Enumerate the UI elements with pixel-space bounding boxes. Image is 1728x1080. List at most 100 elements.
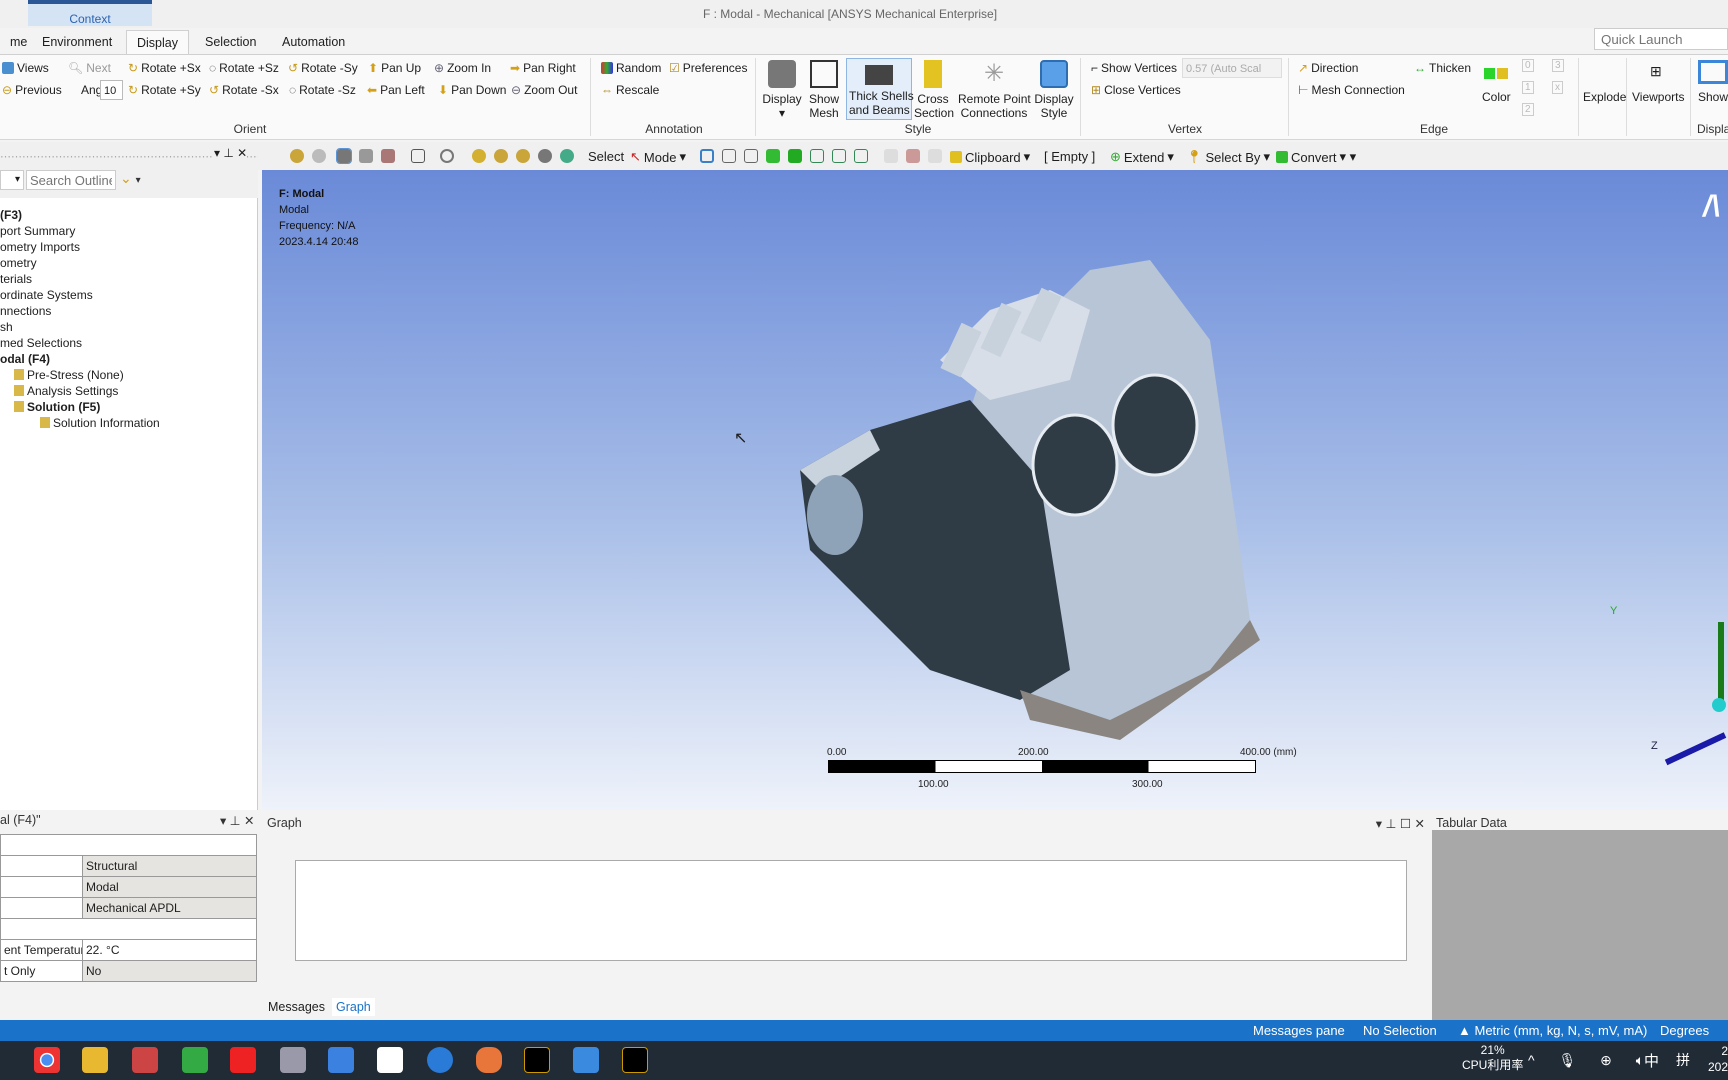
tree-item[interactable]: (F3) xyxy=(0,207,258,223)
close-vertices-toggle[interactable]: ⊞ Close Vertices xyxy=(1091,83,1181,97)
edge-dropdown-x[interactable]: x xyxy=(1552,81,1563,94)
details-row[interactable] xyxy=(1,919,256,940)
tree-item[interactable]: ordinate Systems xyxy=(0,287,258,303)
pan-right-button[interactable]: ➡ Pan Right xyxy=(510,61,576,75)
rotate-minus-sy-button[interactable]: ↺ Rotate -Sy xyxy=(288,61,358,75)
explode-button[interactable]: Explode xyxy=(1583,90,1626,104)
zoom-out-button[interactable]: ⊖ Zoom Out xyxy=(511,83,577,97)
graph-pane-controls[interactable]: ▾ ⊥ ☐ ✕ xyxy=(1376,816,1425,831)
search-outline-input[interactable] xyxy=(26,170,116,190)
viewports-button[interactable]: Viewports xyxy=(1632,90,1684,104)
select-button[interactable]: Select xyxy=(588,149,624,164)
next-button[interactable]: 🔍︎ Next xyxy=(68,61,111,75)
messages-pane-status[interactable]: Messages pane xyxy=(1253,1023,1345,1038)
mode-dropdown[interactable]: ↖ Mode ▾ xyxy=(630,149,686,165)
rotate-minus-sx-button[interactable]: ↺ Rotate -Sx xyxy=(209,83,279,97)
outline-pane-controls[interactable]: ▾ ⊥ ✕ xyxy=(212,146,248,160)
tree-item[interactable]: ometry Imports xyxy=(0,239,258,255)
details-row[interactable] xyxy=(1,835,256,856)
chrome-icon[interactable] xyxy=(34,1047,60,1073)
thicken-toggle[interactable]: ↔ Thicken xyxy=(1414,61,1471,75)
edge-dropdown-3[interactable]: 3 xyxy=(1552,59,1564,72)
pan-icon[interactable] xyxy=(472,149,486,163)
tree-item[interactable]: terials xyxy=(0,271,258,287)
tree-item[interactable]: odal (F4) xyxy=(0,351,258,367)
tab-messages[interactable]: Messages xyxy=(268,1000,325,1014)
previous-button[interactable]: ⊖ Previous xyxy=(2,83,62,97)
clock[interactable]: 2 202 xyxy=(1708,1043,1728,1075)
select-vertex-icon[interactable] xyxy=(700,149,714,163)
random-button[interactable]: Random xyxy=(601,61,661,75)
mesh-connection-toggle[interactable]: ⊢ Mesh Connection xyxy=(1298,83,1405,97)
quick-launch-input[interactable] xyxy=(1594,28,1728,50)
previous-view-icon[interactable] xyxy=(560,149,574,163)
tab-automation[interactable]: Automation xyxy=(272,30,355,54)
youdao-icon[interactable] xyxy=(230,1047,256,1073)
tree-item[interactable]: Pre-Stress (None) xyxy=(0,367,258,383)
details-row[interactable]: t Only No xyxy=(1,961,256,982)
remote-point-connections-button[interactable]: ✳ Remote Point Connections xyxy=(956,58,1032,122)
edge-dropdown-1[interactable]: 1 xyxy=(1522,81,1534,94)
zoom-box-icon[interactable] xyxy=(312,149,326,163)
pan-down-button[interactable]: ⬇ Pan Down xyxy=(438,83,506,97)
app-icon[interactable] xyxy=(182,1047,208,1073)
context-tab[interactable]: Context xyxy=(28,0,152,26)
app-icon[interactable] xyxy=(280,1047,306,1073)
tree-item[interactable]: nnections xyxy=(0,303,258,319)
rotate-plus-sz-button[interactable]: ◌ Rotate +Sz xyxy=(209,61,279,75)
zoom-in-button[interactable]: ⊕ Zoom In xyxy=(434,61,491,75)
app-icon[interactable] xyxy=(427,1047,453,1073)
details-row[interactable]: ent Temperature 22. °C xyxy=(1,940,256,961)
edge-dropdown-0[interactable]: 0 xyxy=(1522,59,1534,72)
convert-dropdown[interactable]: Convert ▾ ▾ xyxy=(1276,149,1356,165)
angle-input[interactable]: 10 xyxy=(100,80,123,100)
clipboard-dropdown[interactable]: Clipboard ▾ xyxy=(950,149,1030,165)
details-row[interactable]: Mechanical APDL xyxy=(1,898,256,919)
app-icon[interactable] xyxy=(377,1047,403,1073)
select-element-face-icon[interactable] xyxy=(810,149,824,163)
label-icon[interactable] xyxy=(906,149,920,163)
ime-mode[interactable]: 中 xyxy=(1644,1050,1659,1071)
details-pane-controls[interactable]: ▾ ⊥ ✕ xyxy=(220,813,258,828)
select-element-icon[interactable] xyxy=(832,149,846,163)
pan-left-button[interactable]: ⬅ Pan Left xyxy=(367,83,425,97)
pan-up-button[interactable]: ⬆ Pan Up xyxy=(368,61,421,75)
select-face-icon[interactable] xyxy=(744,149,758,163)
thick-shells-and-beams-button[interactable]: Thick Shells and Beams xyxy=(846,58,914,120)
tab-display[interactable]: Display xyxy=(126,30,189,54)
section-cube-icon[interactable] xyxy=(381,149,395,163)
show-mesh-button[interactable]: Show Mesh xyxy=(806,58,842,122)
rescale-button[interactable]: ⇔ Rescale xyxy=(601,83,659,97)
show-vertices-toggle[interactable]: ⌐ Show Vertices xyxy=(1091,61,1177,75)
shaded-cube-icon[interactable] xyxy=(336,148,352,164)
details-row[interactable]: Modal xyxy=(1,877,256,898)
tab-graph[interactable]: Graph xyxy=(332,998,375,1016)
select-body-icon[interactable] xyxy=(766,149,780,163)
filter-dropdown[interactable]: ▾ xyxy=(0,170,24,190)
display-style-button[interactable]: Display Style xyxy=(1032,58,1076,122)
vertex-scale-dropdown[interactable]: 0.57 (Auto Scal xyxy=(1182,58,1282,78)
ime-pinyin[interactable]: 拼 xyxy=(1676,1050,1690,1070)
zoom-fit-icon[interactable] xyxy=(516,149,530,163)
annotation-icon[interactable] xyxy=(928,149,942,163)
angle-units-status[interactable]: Degrees xyxy=(1660,1023,1709,1038)
select-edge-icon[interactable] xyxy=(722,149,736,163)
select-by-dropdown[interactable]: 📍︎ Select By ▾ xyxy=(1186,149,1270,165)
tree-item[interactable]: med Selections xyxy=(0,335,258,351)
tree-item[interactable]: Solution (F5) xyxy=(0,399,258,415)
zoom-to-fit-icon[interactable] xyxy=(290,149,304,163)
rotate-plus-sy-button[interactable]: ↻ Rotate +Sy xyxy=(128,83,201,97)
microphone-app-icon[interactable] xyxy=(476,1047,502,1073)
rotate-plus-sx-button[interactable]: ↻ Rotate +Sx xyxy=(128,61,201,75)
app-icon[interactable] xyxy=(328,1047,354,1073)
zoom-icon[interactable] xyxy=(494,149,508,163)
mechanical-icon[interactable] xyxy=(622,1047,648,1073)
file-explorer-icon[interactable] xyxy=(82,1047,108,1073)
search-options-chevron-icon[interactable]: ⌄ ▾ xyxy=(120,170,141,187)
preferences-button[interactable]: ☑ Preferences xyxy=(669,61,747,75)
magnifier-icon[interactable] xyxy=(538,149,552,163)
wireframe-cube-icon[interactable] xyxy=(359,149,373,163)
tree-item[interactable]: port Summary xyxy=(0,223,258,239)
select-node-icon[interactable] xyxy=(788,149,802,163)
show-button[interactable]: Show xyxy=(1698,90,1728,104)
